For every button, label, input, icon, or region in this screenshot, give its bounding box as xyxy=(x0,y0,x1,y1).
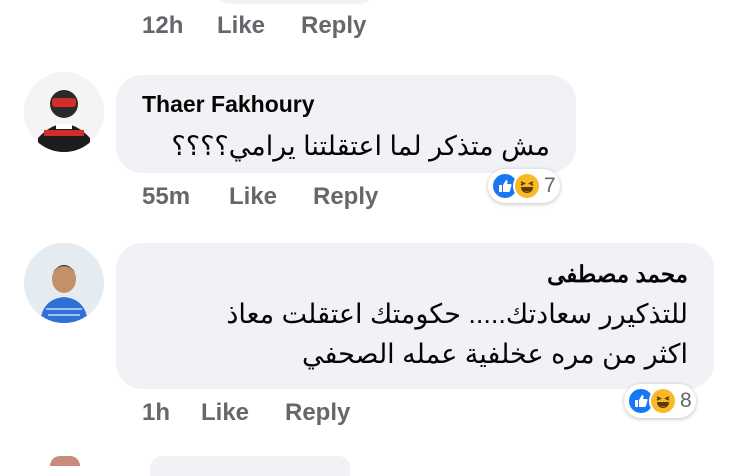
next-comment-bubble xyxy=(150,456,350,476)
comment-timestamp[interactable]: 12h xyxy=(142,12,183,40)
reply-button[interactable]: Reply xyxy=(313,183,378,211)
avatar-image xyxy=(24,243,104,323)
comment-timestamp[interactable]: 1h xyxy=(142,399,170,427)
previous-comment-bubble xyxy=(210,0,380,4)
next-comment-avatar xyxy=(50,456,80,466)
avatar[interactable] xyxy=(24,72,104,152)
like-button[interactable]: Like xyxy=(201,399,249,427)
comment-text-line: اكثر من مره عخلفية عمله الصحفي xyxy=(301,339,688,369)
comment-bubble: محمد مصطفى للتذكيرر سعادتك..... حكومتك ا… xyxy=(116,243,714,389)
like-button[interactable]: Like xyxy=(229,183,277,211)
avatar[interactable] xyxy=(24,243,104,323)
comment-bubble: Thaer Fakhoury مش متذكر لما اعتقلتنا يرا… xyxy=(116,75,576,173)
comment-author[interactable]: Thaer Fakhoury xyxy=(142,91,315,118)
comment-timestamp[interactable]: 55m xyxy=(142,183,190,211)
comment-text-line: للتذكيرر سعادتك..... حكومتك اعتقلت معاذ xyxy=(226,299,688,329)
comment-text: مش متذكر لما اعتقلتنا يرامي؟؟؟؟ xyxy=(171,131,550,161)
comment-actions: 1h Like Reply xyxy=(0,399,750,429)
avatar-image xyxy=(24,72,104,152)
previous-comment-actions: 12h Like Reply xyxy=(0,12,750,42)
comment-author[interactable]: محمد مصطفى xyxy=(547,261,688,288)
reply-button[interactable]: Reply xyxy=(285,399,350,427)
comment-actions: 55m Like Reply xyxy=(0,183,750,213)
like-button[interactable]: Like xyxy=(217,12,265,40)
reply-button[interactable]: Reply xyxy=(301,12,366,40)
